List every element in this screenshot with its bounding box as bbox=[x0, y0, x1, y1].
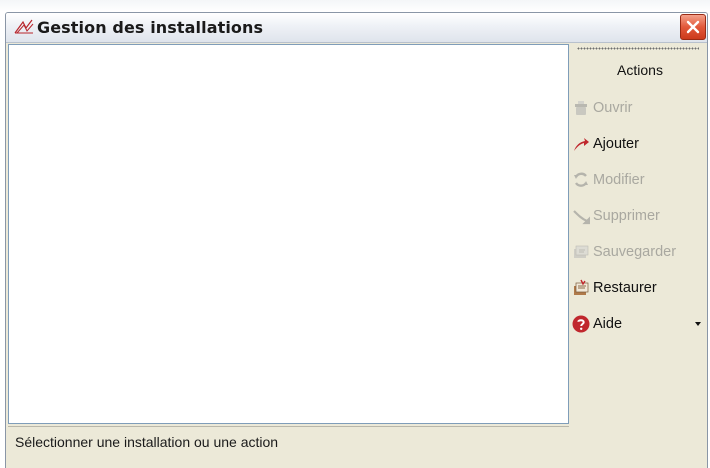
restore-icon bbox=[574, 279, 589, 295]
window-title: Gestion des installations bbox=[37, 18, 264, 37]
chevron-down-icon[interactable] bbox=[695, 322, 701, 326]
backup-icon bbox=[574, 245, 589, 258]
delete-icon bbox=[573, 210, 590, 225]
action-label: Ajouter bbox=[593, 136, 639, 152]
action-help[interactable]: Aide bbox=[572, 310, 703, 338]
action-modify[interactable]: Modifier bbox=[572, 166, 703, 194]
action-label: Sauvegarder bbox=[593, 244, 677, 260]
action-label: Supprimer bbox=[593, 208, 660, 224]
title-bar[interactable]: Gestion des installations bbox=[6, 13, 707, 43]
help-icon bbox=[572, 315, 590, 333]
action-restore[interactable]: Restaurer bbox=[572, 274, 703, 302]
close-button[interactable] bbox=[680, 14, 706, 40]
status-bar: Sélectionner une installation ou une act… bbox=[8, 426, 569, 456]
action-label: Modifier bbox=[593, 172, 645, 188]
action-add[interactable]: Ajouter bbox=[572, 130, 703, 158]
action-label: Ouvrir bbox=[593, 100, 633, 116]
action-delete[interactable]: Supprimer bbox=[572, 202, 703, 230]
action-label: Aide bbox=[593, 316, 623, 332]
modify-icon bbox=[574, 172, 588, 187]
action-open[interactable]: Ouvrir bbox=[572, 94, 703, 122]
desktop-backdrop bbox=[0, 0, 710, 12]
add-arrow-icon bbox=[574, 138, 589, 151]
action-backup[interactable]: Sauvegarder bbox=[572, 238, 703, 266]
open-icon bbox=[575, 101, 587, 115]
close-icon bbox=[686, 20, 700, 34]
status-text: Sélectionner une installation ou une act… bbox=[15, 434, 279, 450]
actions-panel: Actions Ouvrir Ajouter Modifier Supprime… bbox=[567, 44, 703, 456]
app-logo-icon bbox=[14, 19, 34, 35]
panel-grip[interactable] bbox=[577, 47, 699, 50]
action-label: Restaurer bbox=[593, 280, 657, 296]
actions-title: Actions bbox=[617, 62, 663, 78]
installations-list[interactable] bbox=[8, 44, 569, 424]
